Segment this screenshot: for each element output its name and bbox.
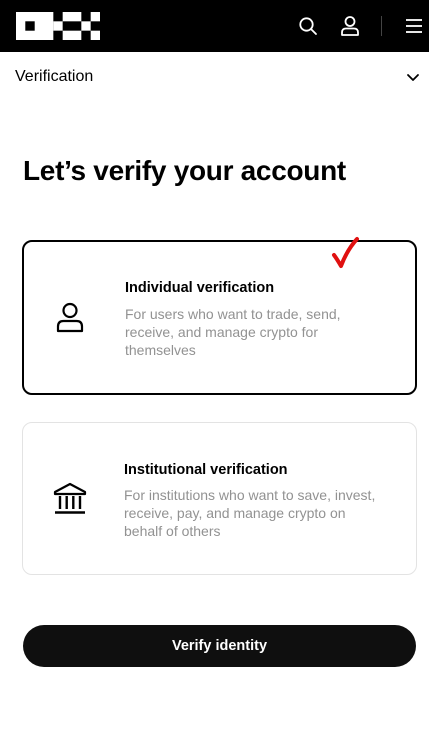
chevron-down-icon: [406, 70, 420, 84]
option-description: For institutions who want to save, inves…: [124, 487, 376, 539]
top-nav-bar: [0, 0, 429, 52]
option-description: For users who want to trade, send, recei…: [125, 306, 341, 358]
header-divider: [381, 16, 382, 36]
verify-identity-button[interactable]: Verify identity: [23, 625, 416, 667]
menu-icon[interactable]: [402, 14, 426, 38]
section-dropdown[interactable]: Verification: [0, 52, 429, 100]
search-icon[interactable]: [296, 14, 320, 38]
user-icon[interactable]: [338, 14, 362, 38]
section-label: Verification: [15, 68, 94, 85]
person-icon: [53, 300, 87, 334]
option-title: Individual verification: [125, 280, 275, 296]
institutional-verification-option[interactable]: Institutional verification For instituti…: [22, 422, 417, 575]
page-title: Let’s verify your account: [23, 155, 346, 186]
okx-logo[interactable]: [16, 12, 100, 40]
option-title: Institutional verification: [124, 462, 288, 478]
bank-icon: [53, 482, 87, 516]
check-mark-icon: [330, 236, 362, 272]
